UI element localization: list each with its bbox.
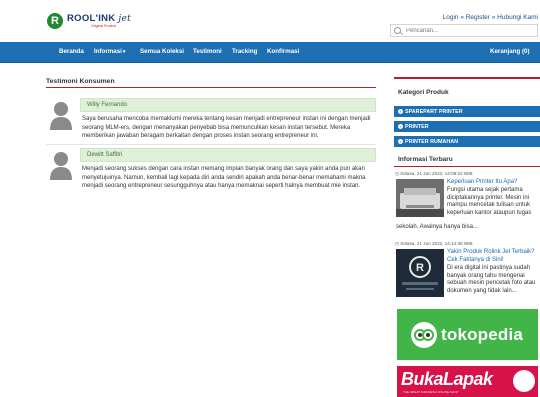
chevron-down-icon: ▾ — [122, 49, 126, 55]
nav-konfirmasi[interactable]: Konfirmasi — [267, 48, 299, 55]
testimonial-name: Dewitt Saffitri — [80, 148, 376, 162]
title-divider — [46, 87, 376, 88]
category-printer-rumahan[interactable]: › PRINTER RUMAHAN — [394, 136, 540, 147]
svg-text:R: R — [416, 262, 424, 274]
search-box[interactable] — [390, 24, 538, 37]
sidebar-divider — [394, 77, 540, 79]
post-excerpt-continued: sekolah. Awalnya hanya bisa... — [396, 224, 478, 230]
chevron-right-icon: › — [398, 139, 403, 144]
testimonial-item: Dewitt Saffitri Menjadi seorang sukses d… — [46, 148, 376, 198]
logo-suffix: jet — [118, 13, 132, 24]
testimonial-name: Willy Fernando — [80, 98, 376, 112]
chevron-right-icon: › — [398, 109, 403, 114]
post-date: ◷ Selasa, 21 Jun 2022, 14:14:36 WIB — [395, 241, 473, 246]
page-title: Testimoni Konsumen — [46, 78, 115, 85]
logo-mark-icon: R — [47, 13, 63, 29]
post-title[interactable]: Keperluan Printer Itu Apa? — [447, 179, 540, 187]
post-excerpt: Fungsi utama sejak pertama diciptakannya… — [447, 187, 532, 216]
testimonial-item: Willy Fernando Saya berusaha mencoba mem… — [46, 98, 376, 142]
category-sparepart-printer[interactable]: › SPAREPART PRINTER — [394, 106, 540, 117]
post-thumbnail[interactable]: R — [396, 249, 444, 297]
tokopedia-label: tokopedia — [441, 324, 524, 344]
testimonial-divider — [46, 144, 376, 145]
bukalapak-label: BukaLapak — [401, 369, 493, 389]
post-date: ◷ Selasa, 21 Jun 2022, 14:09:22 WIB — [395, 171, 473, 176]
testimonial-text: Menjadi seorang sukses dengan cara insta… — [82, 166, 366, 190]
post-title[interactable]: Yakin Produk Rolink Jet Terbaik? Cek Fak… — [447, 249, 540, 264]
category-printer[interactable]: › PRINTER — [394, 121, 540, 132]
top-links[interactable]: Login » Register » Hubungi Kami — [443, 14, 538, 21]
bukalapak-banner[interactable]: BukaLapak THE GREAT INDONESIA ONLINE SHO… — [397, 366, 538, 397]
post-excerpt: Di era digital ini pastinya sudah banyak… — [447, 265, 536, 294]
nav-tracking[interactable]: Tracking — [232, 48, 257, 55]
search-icon — [394, 27, 401, 34]
site-logo[interactable]: R ROOL'INK jet Original Product — [47, 13, 131, 29]
testimonial-text: Saya berusaha mencoba memaklumi mereka t… — [82, 116, 371, 140]
nav-semua-koleksi[interactable]: Semua Koleksi — [140, 48, 184, 55]
nav-informasi[interactable]: Informasi▾ — [94, 48, 125, 55]
avatar-icon — [50, 102, 72, 130]
nav-testimoni[interactable]: Testimoni — [193, 48, 222, 55]
tokopedia-owl-icon — [411, 321, 437, 348]
tokopedia-banner[interactable]: tokopedia — [397, 309, 538, 360]
logo-name: ROOL'INK — [67, 12, 116, 24]
logo-tagline: Original Product — [91, 23, 117, 28]
nav-cart[interactable]: Keranjang (0) — [490, 48, 530, 55]
bukalapak-tagline: THE GREAT INDONESIA ONLINE SHOP — [403, 390, 459, 394]
chevron-right-icon: › — [398, 124, 403, 129]
avatar-icon — [50, 152, 72, 180]
site-header: R ROOL'INK jet Original Product Login » … — [0, 0, 540, 40]
bukalapak-badge-icon — [513, 370, 535, 392]
main-nav: Beranda Informasi▾ Semua Koleksi Testimo… — [0, 42, 540, 63]
search-input[interactable] — [406, 27, 526, 34]
info-divider — [394, 166, 540, 167]
page: R ROOL'INK jet Original Product Login » … — [0, 0, 540, 397]
post-thumbnail[interactable] — [396, 179, 444, 217]
info-title: Informasi Terbaru — [398, 156, 453, 163]
kategori-title: Kategori Produk — [398, 89, 449, 96]
nav-beranda[interactable]: Beranda — [59, 48, 84, 55]
